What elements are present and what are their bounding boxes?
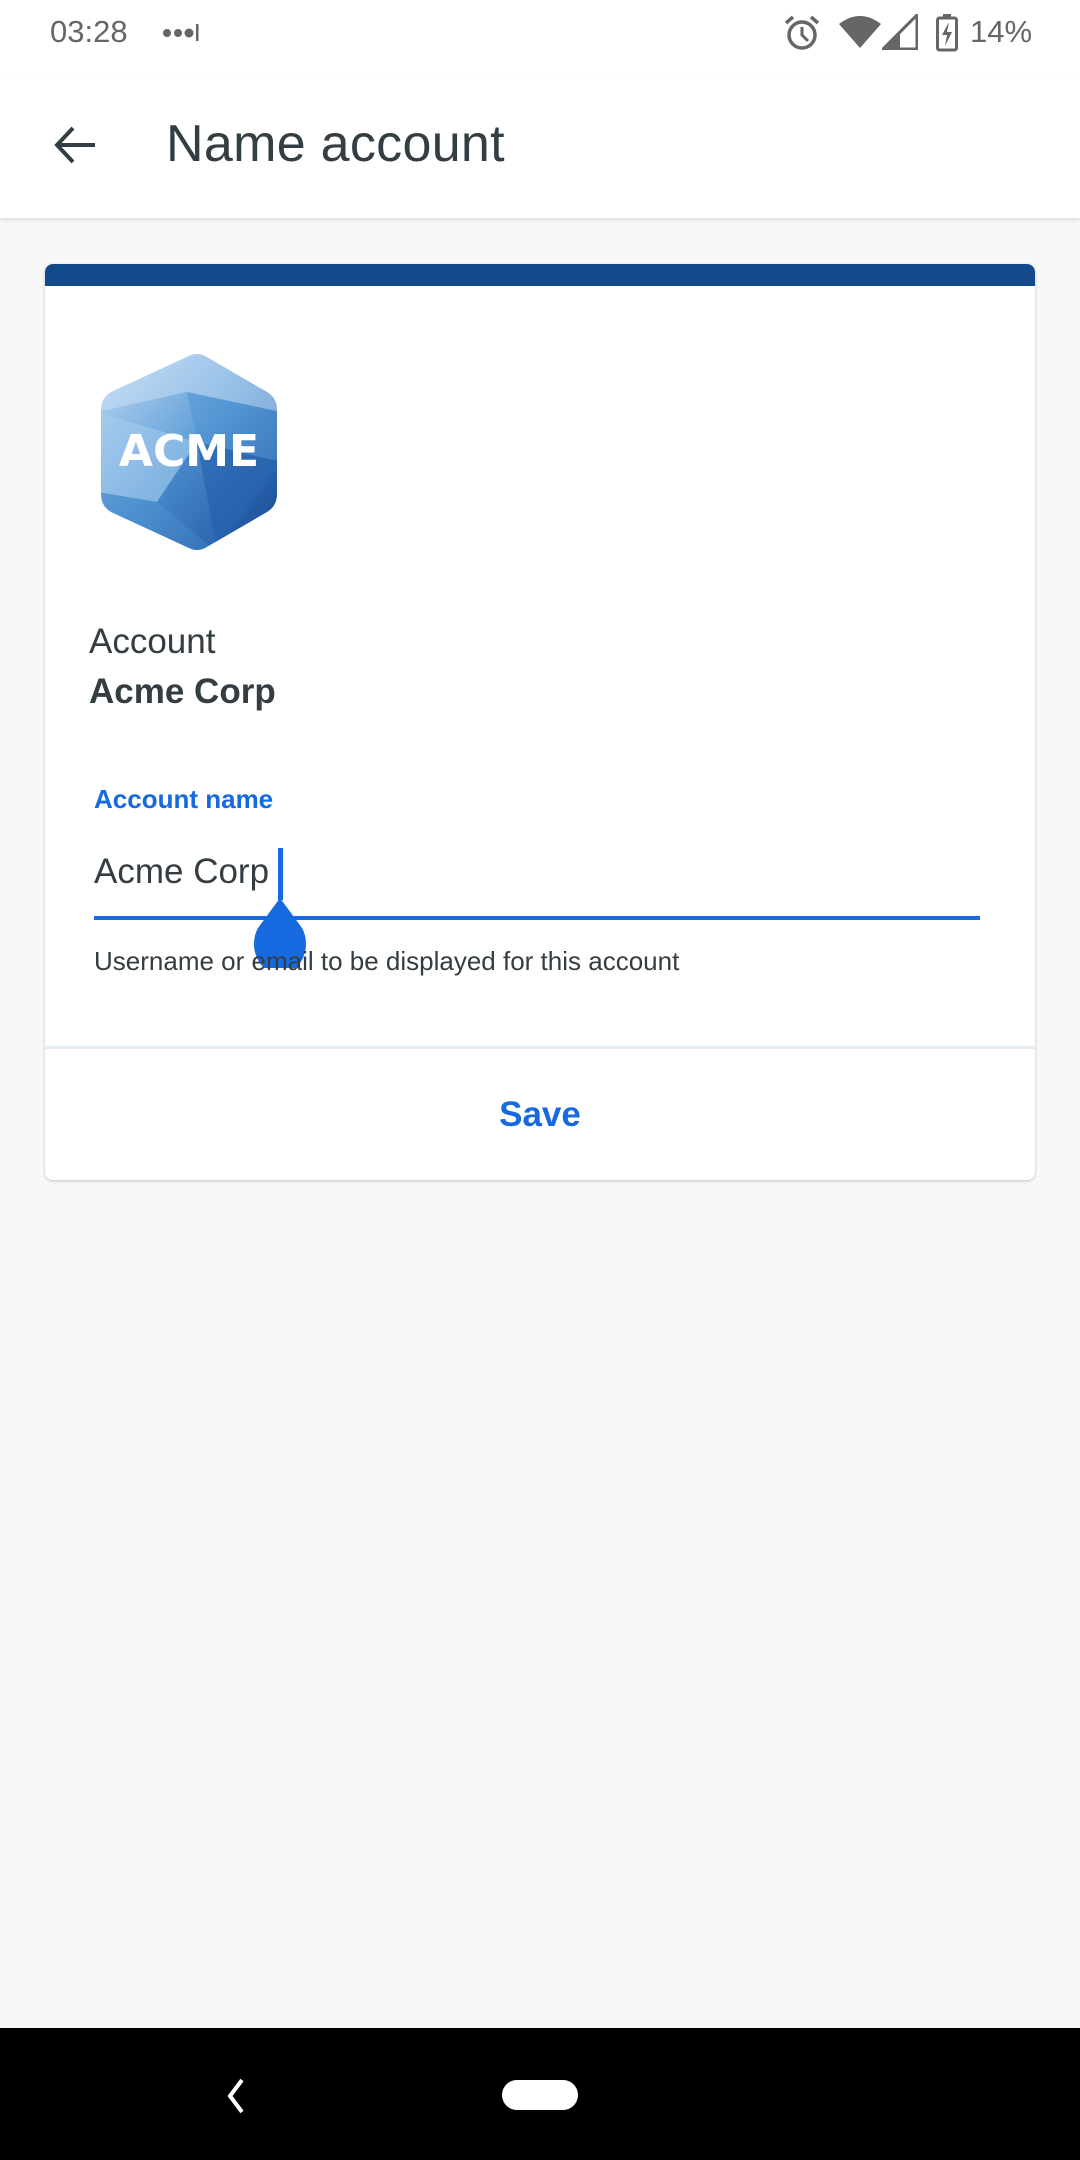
alarm-icon (784, 15, 820, 50)
battery-percent: 14% (970, 14, 1033, 49)
cell-signal-icon (882, 14, 918, 50)
wifi-icon (839, 16, 881, 48)
account-name-underline (94, 916, 980, 920)
account-value: Acme Corp (89, 672, 276, 711)
account-name-label: Account name (94, 784, 274, 814)
more-dots-icon (163, 24, 199, 41)
card-accent-strip (45, 264, 1035, 286)
acme-logo-icon: ACME (101, 354, 277, 550)
account-name-input[interactable] (94, 844, 980, 900)
system-nav-bar (0, 2028, 1080, 2160)
status-time: 03:28 (50, 14, 128, 49)
arrow-back-icon (54, 126, 95, 164)
account-name-helper-text: Username or email to be displayed for th… (94, 946, 680, 976)
status-bar: 03:28 14% (0, 0, 1080, 80)
logo-text: ACME (119, 426, 259, 477)
save-button[interactable]: Save (45, 1049, 1035, 1180)
nav-back-icon[interactable] (222, 2078, 252, 2114)
account-label: Account (89, 622, 216, 661)
page-title: Name account (166, 115, 505, 173)
battery-charging-icon (936, 14, 958, 52)
account-card: ACME Account Acme Corp Account name User… (45, 264, 1035, 1180)
text-cursor (278, 848, 283, 900)
app-bar: Name account (0, 80, 1080, 218)
back-button[interactable] (40, 110, 110, 180)
nav-home-pill-icon[interactable] (502, 2080, 578, 2110)
